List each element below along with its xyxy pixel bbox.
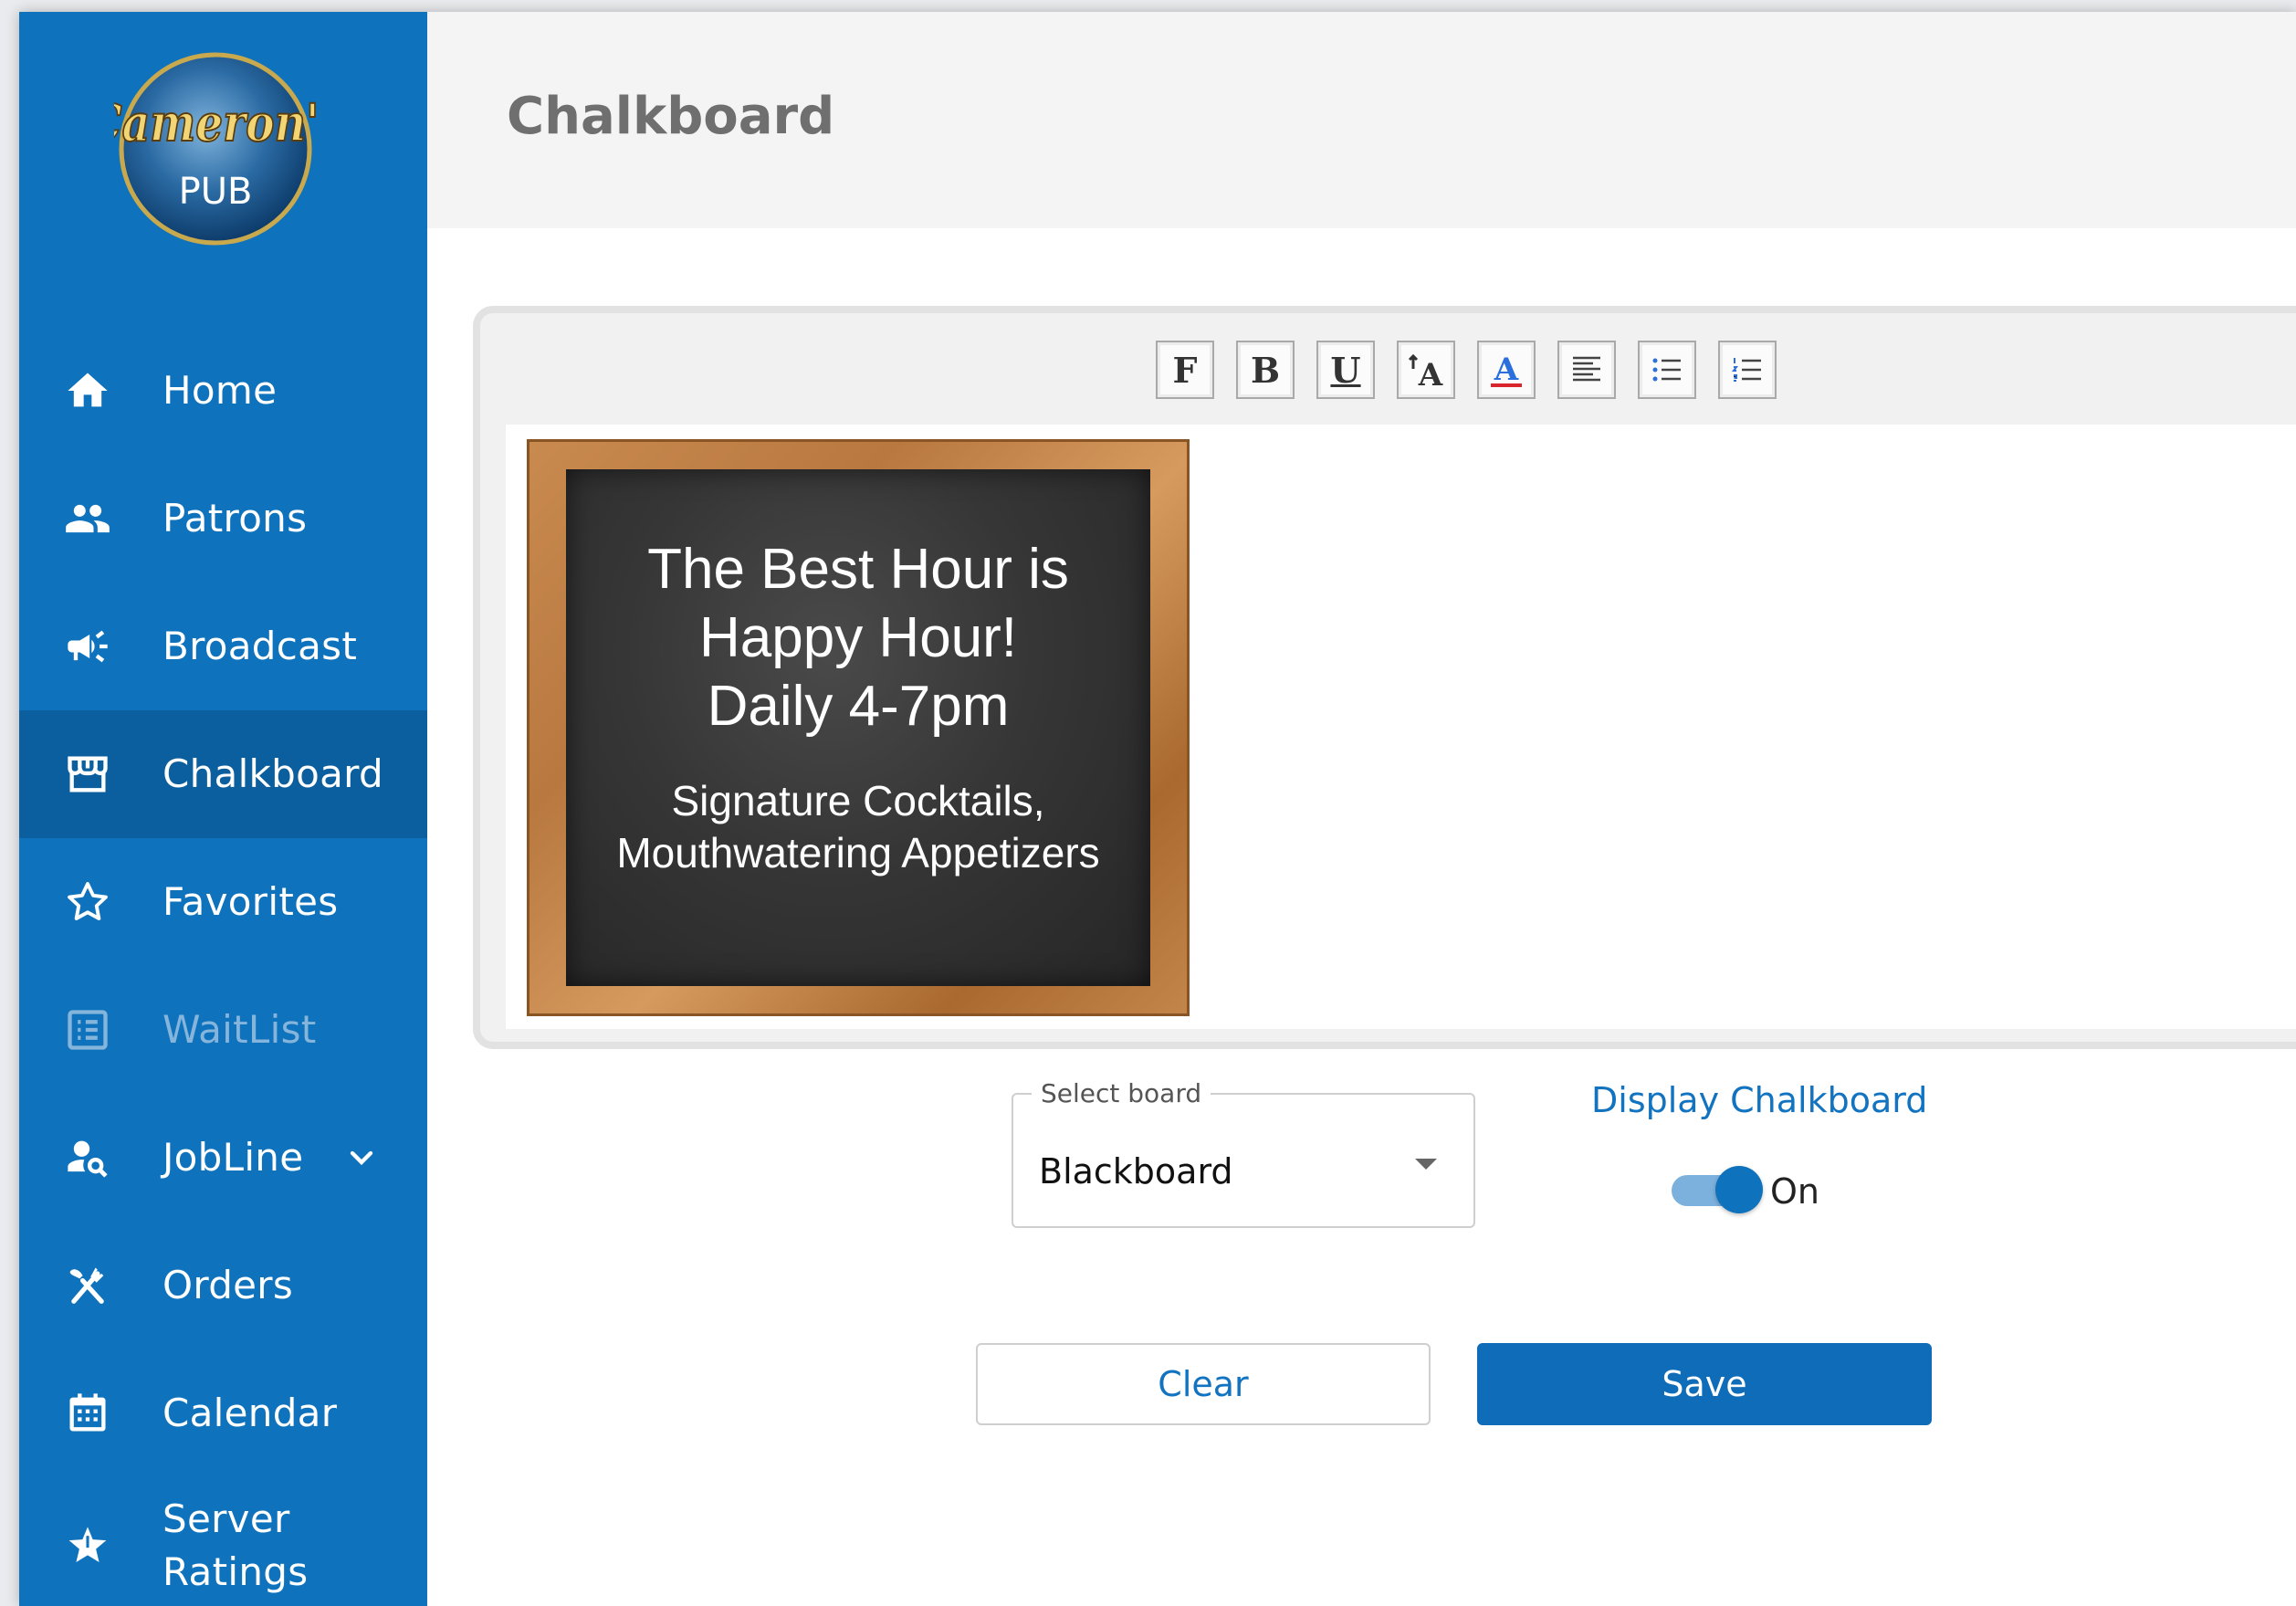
chalkboard-headline[interactable]: The Best Hour is Happy Hour! Daily 4-7pm [566, 535, 1150, 740]
bulleted-list-icon [1652, 358, 1681, 382]
save-button[interactable]: Save [1477, 1343, 1932, 1425]
page-title: Chalkboard [507, 87, 835, 146]
sidebar-item-label: Orders [163, 1263, 294, 1307]
align-left-icon [1573, 356, 1600, 382]
person-search-icon [64, 1134, 111, 1181]
sidebar: Cameron's PUB Home Patrons Broadcast [19, 12, 427, 1606]
rich-text-editor: F B U A A The Best Hour is Happy Hour! D… [473, 306, 2296, 1049]
megaphone-icon [64, 623, 111, 670]
font-size-icon: A [1408, 353, 1443, 391]
home-icon [64, 367, 111, 415]
sidebar-item-label: WaitList [163, 1007, 317, 1052]
svg-text:PUB: PUB [179, 171, 253, 213]
app-window: Cameron's PUB Home Patrons Broadcast [19, 12, 2296, 1606]
bold-button[interactable]: B [1236, 341, 1295, 399]
chalkboard-preview: The Best Hour is Happy Hour! Daily 4-7pm… [566, 469, 1150, 986]
list-icon [64, 1006, 111, 1054]
sidebar-item-label: Server Ratings [163, 1496, 309, 1594]
page-header: Chalkboard [427, 12, 2296, 228]
editor-toolbar: F B U A A [1156, 341, 1777, 404]
font-family-icon: F [1172, 349, 1198, 391]
chalkboard-subtext[interactable]: Signature Cocktails, Mouthwatering Appet… [566, 775, 1150, 879]
sidebar-item-chalkboard[interactable]: Chalkboard [19, 710, 427, 838]
star-rating-icon [64, 1522, 111, 1569]
display-state-label: On [1770, 1171, 1819, 1212]
align-left-button[interactable] [1557, 341, 1616, 399]
sidebar-item-label: Favorites [163, 879, 339, 924]
calendar-icon [64, 1390, 111, 1437]
sidebar-item-patrons[interactable]: Patrons [19, 455, 427, 583]
svg-text:A: A [1418, 357, 1443, 391]
board-select[interactable]: Select board Blackboard [1012, 1078, 1475, 1228]
display-chalkboard-label: Display Chalkboard [1591, 1080, 1928, 1120]
underline-icon: U [1330, 349, 1361, 391]
bold-icon: B [1250, 349, 1281, 391]
font-size-button[interactable]: A [1397, 341, 1455, 399]
font-family-button[interactable]: F [1156, 341, 1214, 399]
camerons-pub-logo[interactable]: Cameron's PUB [87, 47, 344, 250]
sidebar-item-server-ratings[interactable]: Server Ratings [19, 1482, 427, 1606]
storefront-icon [64, 751, 111, 798]
sidebar-item-label: Broadcast [163, 624, 358, 668]
bulleted-list-button[interactable] [1638, 341, 1696, 399]
sidebar-item-waitlist[interactable]: WaitList [19, 966, 427, 1094]
sidebar-item-label: JobLine [163, 1135, 304, 1180]
clear-button[interactable]: Clear [976, 1343, 1431, 1425]
svg-text:Cameron's: Cameron's [114, 93, 317, 153]
sidebar-item-label: Calendar [163, 1391, 338, 1435]
utensils-icon [64, 1262, 111, 1309]
underline-button[interactable]: U [1316, 341, 1375, 399]
numbered-list-button[interactable] [1718, 341, 1777, 399]
svg-text:A: A [1494, 352, 1519, 388]
font-color-button[interactable]: A [1477, 341, 1536, 399]
chalkboard-frame: The Best Hour is Happy Hour! Daily 4-7pm… [527, 439, 1190, 1016]
star-outline-icon [64, 878, 111, 926]
sidebar-item-label: Patrons [163, 496, 308, 541]
sidebar-item-orders[interactable]: Orders [19, 1222, 427, 1349]
sidebar-item-jobline[interactable]: JobLine [19, 1094, 427, 1222]
sidebar-item-calendar[interactable]: Calendar [19, 1349, 427, 1477]
toggle-knob [1715, 1166, 1763, 1213]
dropdown-caret-icon [1415, 1159, 1437, 1170]
sidebar-item-favorites[interactable]: Favorites [19, 838, 427, 966]
sidebar-item-label: Chalkboard [163, 751, 383, 796]
sidebar-item-label: Home [163, 368, 278, 413]
people-icon [64, 495, 111, 542]
font-color-icon: A [1491, 352, 1522, 388]
board-select-label: Select board [1032, 1078, 1211, 1108]
sidebar-item-home[interactable]: Home [19, 327, 427, 455]
display-chalkboard-toggle[interactable] [1672, 1164, 1763, 1215]
chevron-down-icon[interactable] [343, 1139, 380, 1176]
editor-content-area[interactable]: The Best Hour is Happy Hour! Daily 4-7pm… [506, 425, 2296, 1029]
sidebar-item-broadcast[interactable]: Broadcast [19, 583, 427, 710]
numbered-list-icon [1732, 358, 1761, 382]
board-select-value: Blackboard [1039, 1151, 1233, 1191]
